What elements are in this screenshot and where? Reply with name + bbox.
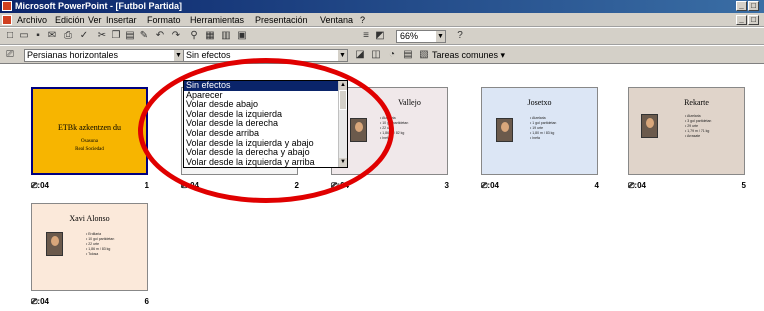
expand-icon[interactable]: ≡ <box>360 30 372 42</box>
menu-insertar[interactable]: Insertar <box>106 15 137 25</box>
zoom-value: 66% <box>400 31 419 41</box>
slide-2-number: 2 <box>294 181 299 190</box>
redo-icon[interactable]: ↷ <box>170 30 182 42</box>
slide-4-title: Josetxo <box>527 98 552 107</box>
menu-ventana[interactable]: Ventana <box>320 15 353 25</box>
menu-edicion[interactable]: Edición <box>55 15 85 25</box>
menu-archivo[interactable]: Archivo <box>17 15 47 25</box>
slide-3-timing: ⎚:04 <box>331 181 349 190</box>
summary-slide-icon[interactable]: ▤ <box>402 49 414 61</box>
chevron-down-icon[interactable]: ▼ <box>338 50 347 61</box>
chart-icon[interactable]: ▥ <box>220 30 232 42</box>
effect-dropdown-list[interactable]: Sin efectos Aparecer Volar desde abajo V… <box>183 80 348 168</box>
maximize-icon[interactable]: □ <box>748 1 759 11</box>
player-photo <box>496 118 513 142</box>
window-title: Microsoft PowerPoint - [Futbol Partida] <box>15 1 182 11</box>
menu-formato[interactable]: Formato <box>147 15 181 25</box>
slide-5-timing: ⎚:04 <box>628 181 646 190</box>
menu-herramientas[interactable]: Herramientas <box>190 15 244 25</box>
chevron-down-icon[interactable]: ▼ <box>436 31 445 42</box>
scroll-down-icon[interactable]: ▼ <box>339 158 347 167</box>
slide-thumbnail-1[interactable]: ETBk azkentzen du Osasuna Real Sociedad <box>31 87 148 175</box>
effect-select[interactable]: Sin efectos ▼ <box>183 49 348 62</box>
slide-6-timing: ⎚:04 <box>31 297 49 306</box>
email-icon[interactable]: ✉ <box>46 30 58 42</box>
grayscale-icon[interactable]: ◩ <box>374 30 386 42</box>
slide-1-subtitle: Osasuna <box>81 139 98 144</box>
speaker-notes-icon[interactable]: ▧ <box>418 49 430 61</box>
slide-6-number: 6 <box>144 297 149 306</box>
paste-icon[interactable]: ▤ <box>124 30 136 42</box>
spelling-icon[interactable]: ✓ <box>78 30 90 42</box>
slide-sorter-toolbar: ⎚ Persianas horizontales ▼ Sin efectos ▼… <box>0 46 764 64</box>
scroll-up-icon[interactable]: ▲ <box>339 81 347 90</box>
slide-5-bullets: Atzelaria3 gol partidetan29 urte1,79 m /… <box>685 114 711 139</box>
powerpoint-app-icon[interactable] <box>2 1 12 11</box>
animation-preview-icon[interactable]: ◪ <box>354 49 366 61</box>
slide-4-number: 4 <box>594 181 599 190</box>
cut-icon[interactable]: ✂ <box>96 30 108 42</box>
scroll-thumb[interactable] <box>339 90 347 110</box>
hyperlink-icon[interactable]: ⚲ <box>188 30 200 42</box>
slide-1-title: ETBk azkentzen du <box>57 123 122 132</box>
slide-5-title: Rekarte <box>684 98 709 107</box>
menu-presentacion[interactable]: Presentación <box>255 15 308 25</box>
slide-thumbnail-3[interactable]: Vallejo Atzelaria10 gol partidetan22 urt… <box>331 87 448 175</box>
rehearse-timings-icon[interactable]: ◔ <box>386 49 398 61</box>
common-tasks-label: Tareas comunes <box>432 50 499 60</box>
slide-4-bullets: Atzelaria1 gol partidetan19 urte1,80 m /… <box>530 116 556 141</box>
copy-icon[interactable]: ❐ <box>110 30 122 42</box>
save-icon[interactable]: ▪ <box>32 30 44 42</box>
menu-ver[interactable]: Ver <box>88 15 102 25</box>
title-bar: Microsoft PowerPoint - [Futbol Partida] … <box>0 0 764 13</box>
tables-icon[interactable]: ▦ <box>204 30 216 42</box>
player-photo <box>350 118 367 142</box>
slide-3-bullets: Atzelaria10 gol partidetan22 urte1,86 m … <box>380 116 408 141</box>
common-tasks-button[interactable]: Tareas comunes ▾ <box>432 50 505 61</box>
new-icon[interactable]: □ <box>4 30 16 42</box>
slide-thumbnail-5[interactable]: Rekarte Atzelaria3 gol partidetan29 urte… <box>628 87 745 175</box>
open-icon[interactable]: ▭ <box>18 30 30 42</box>
slide-3-number: 3 <box>444 181 449 190</box>
document-icon[interactable] <box>2 15 12 25</box>
slide-thumbnail-6[interactable]: Xavi Alonso Erdilaria10 gol partidetan22… <box>31 203 148 291</box>
undo-icon[interactable]: ↶ <box>154 30 166 42</box>
transition-value: Persianas horizontales <box>27 50 119 60</box>
slide-4-timing: ⎚:04 <box>481 181 499 190</box>
doc-minimize-icon[interactable]: _ <box>736 15 747 25</box>
doc-restore-icon[interactable]: □ <box>748 15 759 25</box>
slide-thumbnail-4[interactable]: Josetxo Atzelaria1 gol partidetan19 urte… <box>481 87 598 175</box>
menu-help[interactable]: ? <box>360 15 365 25</box>
new-slide-icon[interactable]: ▣ <box>236 30 248 42</box>
menu-bar: Archivo Edición Ver Insertar Formato Her… <box>0 13 764 27</box>
transition-select[interactable]: Persianas horizontales ▼ <box>24 49 184 62</box>
slide-6-bullets: Erdilaria10 gol partidetan22 urte1,86 m … <box>86 232 114 257</box>
hide-slide-icon[interactable]: ◫ <box>370 49 382 61</box>
slide-1-number: 1 <box>144 181 149 190</box>
print-icon[interactable]: ⎙ <box>62 30 74 42</box>
standard-toolbar: □ ▭ ▪ ✉ ⎙ ✓ ✂ ❐ ▤ ✎ ↶ ↷ ⚲ ▦ ▥ ▣ ≡ ◩ 66% … <box>0 28 764 45</box>
slide-3-title: Vallejo <box>398 98 421 107</box>
slide-1-subtitle: Real Sociedad <box>75 147 104 152</box>
slide-1-timing: ⎚:04 <box>31 181 49 190</box>
effect-option[interactable]: Volar desde la izquierda y arriba <box>184 157 339 167</box>
player-photo <box>46 232 63 256</box>
slide-6-title: Xavi Alonso <box>69 214 110 223</box>
effect-value: Sin efectos <box>186 50 231 60</box>
slide-2-timing: ⎚:04 <box>181 181 199 190</box>
help-icon[interactable]: ? <box>454 30 466 42</box>
minimize-icon[interactable]: _ <box>736 1 747 11</box>
format-painter-icon[interactable]: ✎ <box>138 30 150 42</box>
dropdown-scrollbar[interactable]: ▲ ▼ <box>338 81 347 167</box>
slide-transition-icon[interactable]: ⎚ <box>4 49 16 61</box>
player-photo <box>641 114 658 138</box>
slide-5-number: 5 <box>741 181 746 190</box>
chevron-down-icon[interactable]: ▼ <box>174 50 183 61</box>
